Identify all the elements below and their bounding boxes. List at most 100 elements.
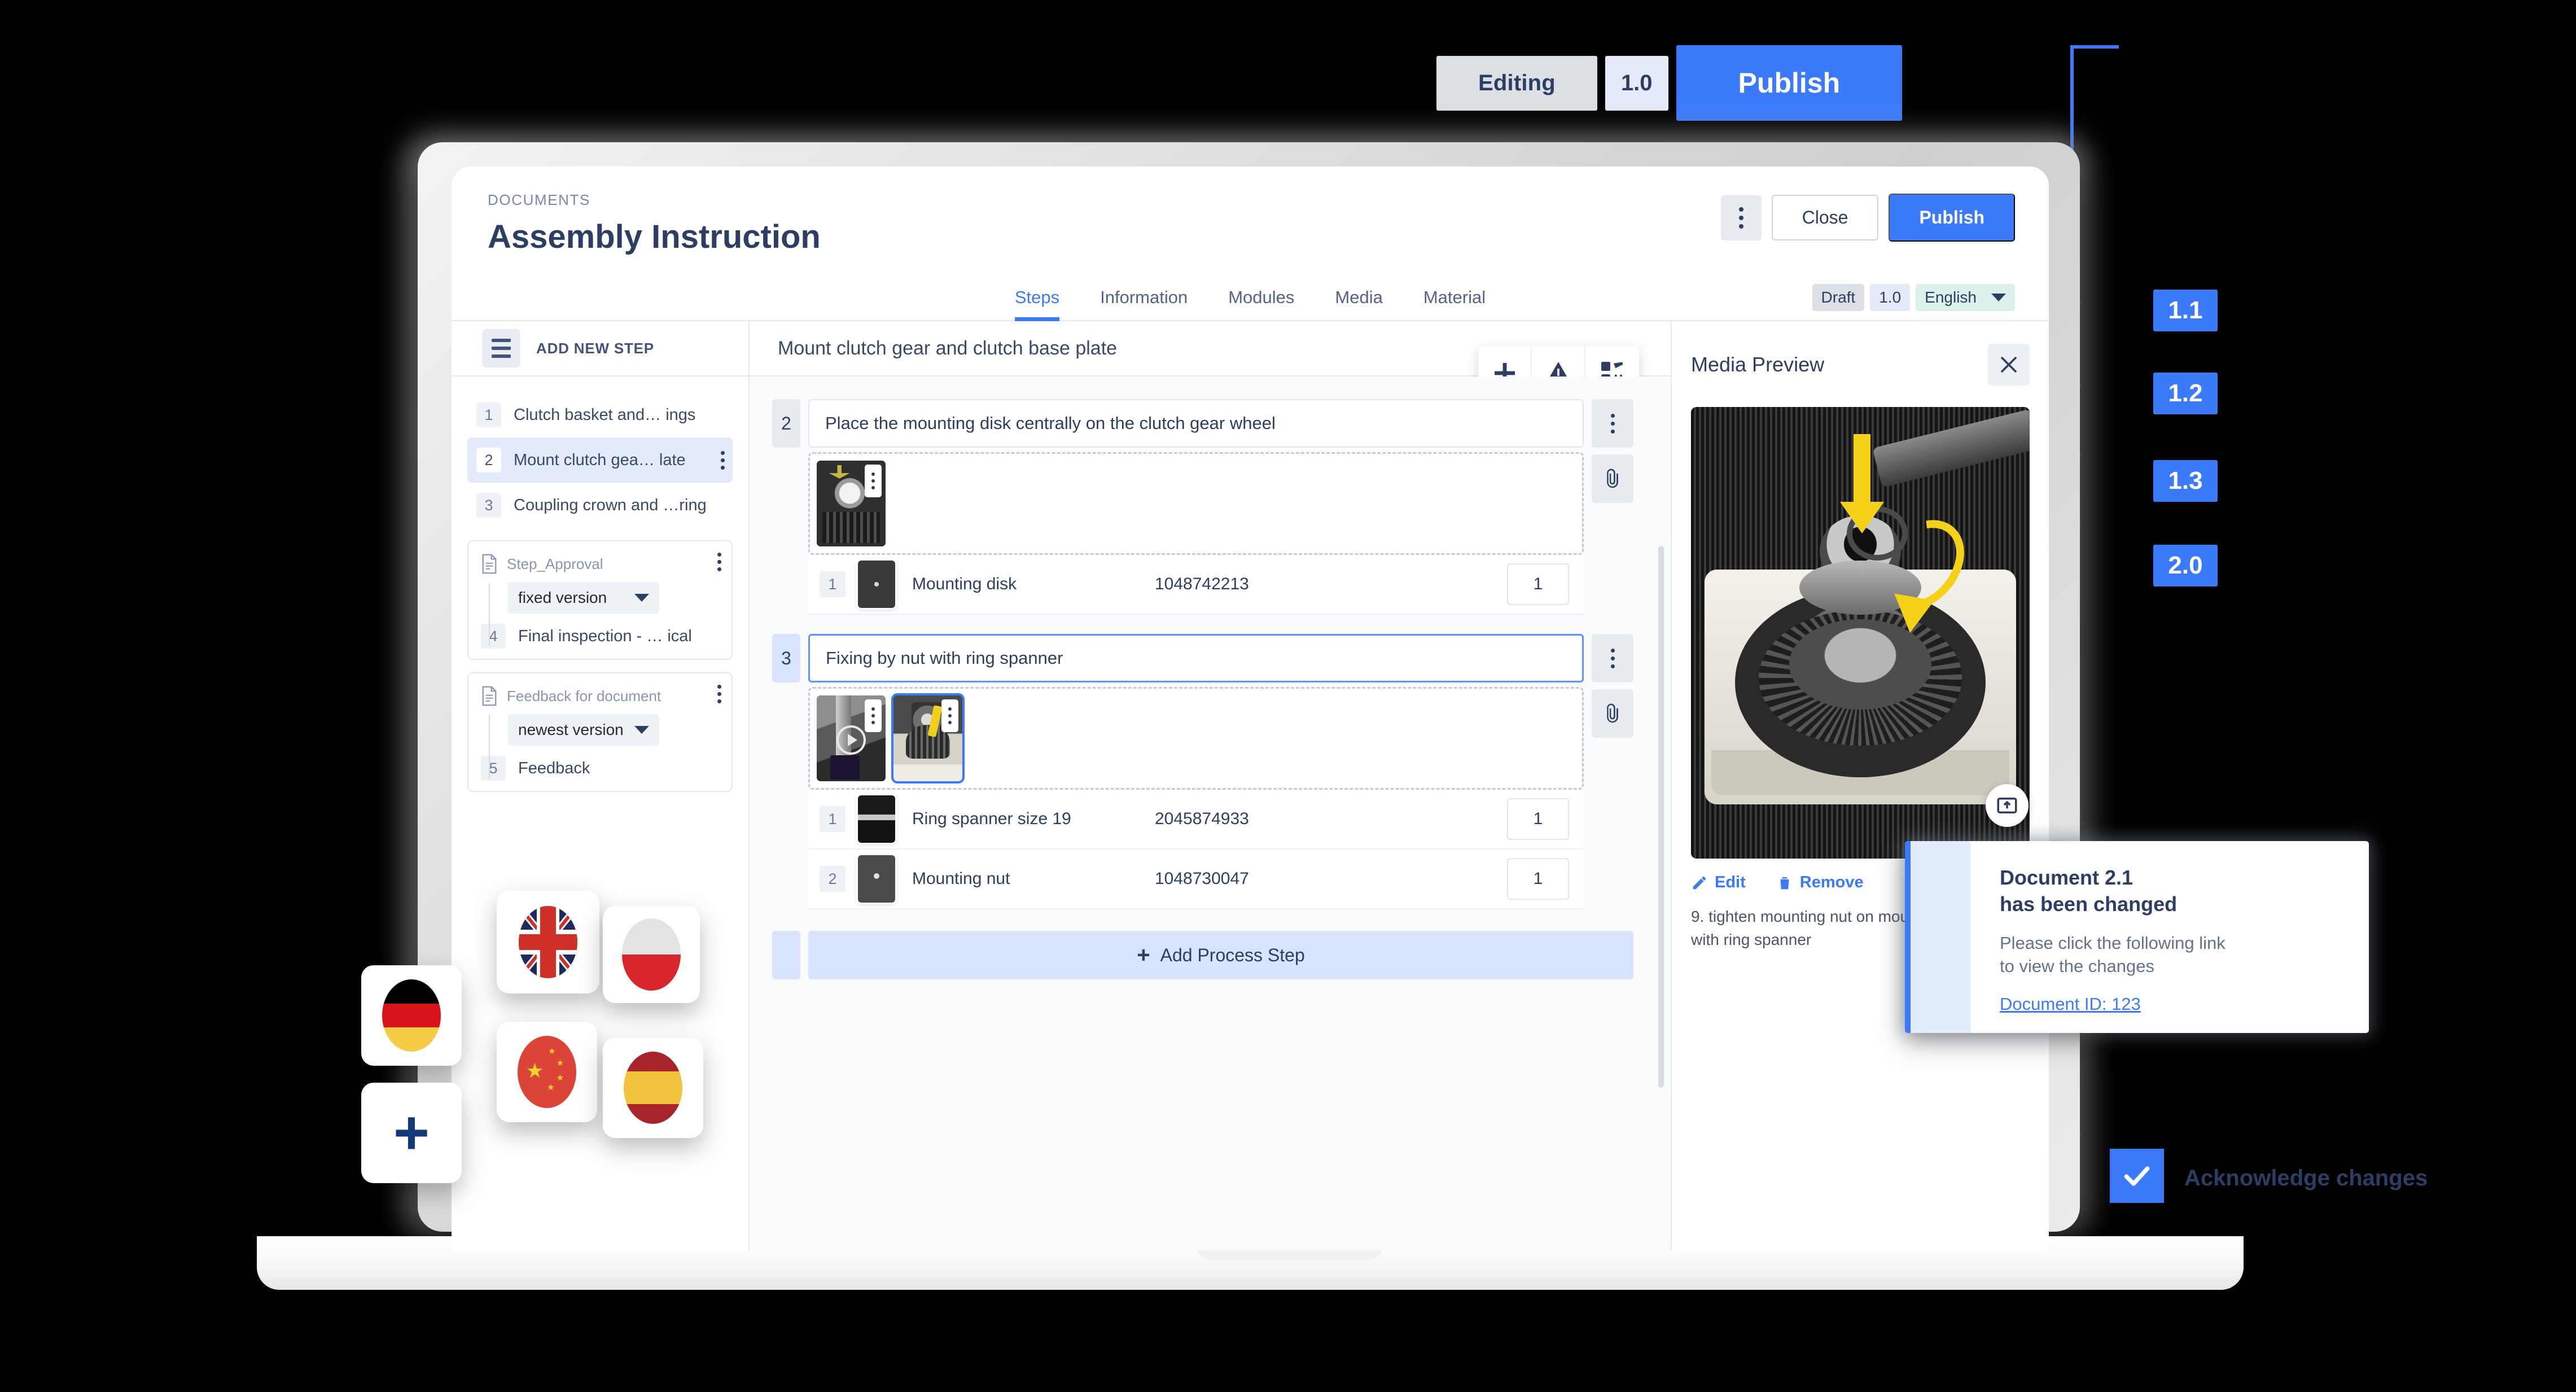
- card-connector-line: [489, 583, 490, 646]
- add-process-step-button[interactable]: + Add Process Step: [808, 931, 1633, 979]
- tab-media[interactable]: Media: [1335, 287, 1382, 320]
- language-card-china[interactable]: ★ ★ ★ ★ ★: [497, 1022, 597, 1122]
- material-name: Mounting disk: [912, 575, 1017, 593]
- more-vertical-icon[interactable]: [1592, 399, 1633, 448]
- version-badge-1-1[interactable]: 1.1: [2153, 290, 2218, 331]
- tab-information[interactable]: Information: [1100, 287, 1188, 320]
- sidebar-step-list: 1 Clutch basket and… ings 2 Mount clutch…: [452, 377, 748, 528]
- step-approval-card: Step_Approval fixed version 4 Final insp…: [467, 540, 733, 660]
- add-process-step-label: Add Process Step: [1160, 944, 1305, 965]
- step-number: 3: [476, 493, 501, 518]
- close-preview-button[interactable]: [1988, 344, 2030, 386]
- app-header: DOCUMENTS Assembly Instruction Close Pub…: [452, 167, 2049, 274]
- close-icon: [2001, 357, 2017, 373]
- chevron-down-icon: [1991, 294, 2006, 301]
- tab-steps[interactable]: Steps: [1014, 287, 1060, 321]
- editor-scrollbar[interactable]: [1658, 546, 1664, 1088]
- acknowledge-changes-label: Acknowledge changes: [2184, 1166, 2428, 1190]
- play-icon: [836, 725, 866, 755]
- more-options-button[interactable]: [1720, 195, 1762, 240]
- document-icon: [482, 686, 497, 706]
- approval-version-select[interactable]: fixed version: [508, 582, 659, 614]
- more-vertical-icon[interactable]: [865, 465, 882, 497]
- attach-button[interactable]: [1592, 454, 1633, 503]
- more-vertical-icon[interactable]: [865, 699, 882, 732]
- media-thumbnail[interactable]: [817, 461, 886, 546]
- feedback-version-select[interactable]: newest version: [508, 714, 659, 746]
- more-vertical-icon[interactable]: [1592, 634, 1633, 682]
- more-vertical-icon: [1738, 207, 1743, 212]
- media-preview-image[interactable]: [1691, 407, 2030, 859]
- status-badge: Draft: [1812, 284, 1865, 311]
- more-vertical-icon: [1738, 215, 1743, 220]
- hamburger-icon[interactable]: [482, 329, 520, 367]
- media-thumbnail-video[interactable]: [817, 695, 886, 781]
- process-step-title-input[interactable]: Place the mounting disk centrally on the…: [808, 399, 1584, 448]
- more-vertical-icon[interactable]: [717, 685, 721, 703]
- material-row[interactable]: 2 Mounting nut 1048730047 1: [808, 850, 1584, 909]
- step-number: 5: [481, 756, 506, 781]
- version-badge-1-2[interactable]: 1.2: [2153, 373, 2218, 414]
- acknowledge-changes-checkbox[interactable]: [2110, 1149, 2164, 1203]
- material-number: 2: [820, 866, 845, 892]
- tab-material[interactable]: Material: [1423, 287, 1486, 320]
- process-step-side-actions: [1592, 634, 1633, 738]
- sidebar-step-2[interactable]: 2 Mount clutch gea… late: [467, 437, 733, 483]
- toast-body: Document 2.1 has been changed Please cli…: [1970, 841, 2369, 1033]
- flag-cn-icon: ★ ★ ★ ★ ★: [518, 1036, 576, 1108]
- material-id: 1048730047: [1155, 869, 1249, 888]
- document-id-link[interactable]: Document ID: 123: [2000, 994, 2141, 1014]
- language-card-spain[interactable]: [603, 1038, 703, 1138]
- step-label: Mount clutch gea… late: [514, 450, 686, 469]
- material-quantity-input[interactable]: 1: [1507, 858, 1569, 900]
- add-language-card[interactable]: +: [361, 1083, 462, 1183]
- publish-button[interactable]: Publish: [1889, 194, 2015, 242]
- edit-media-link[interactable]: Edit: [1691, 873, 1746, 892]
- attach-button[interactable]: [1592, 689, 1633, 738]
- toast-heading-line-2: has been changed: [2000, 892, 2178, 916]
- step-label: Coupling crown and …ring: [514, 496, 707, 514]
- version-badge-1-3[interactable]: 1.3: [2153, 460, 2218, 502]
- language-card-german[interactable]: [361, 965, 462, 1066]
- trash-icon: [1780, 877, 1789, 889]
- toast-accent-bar: [1905, 841, 1911, 1033]
- remove-media-link[interactable]: Remove: [1776, 873, 1864, 892]
- more-vertical-icon[interactable]: [721, 450, 725, 470]
- feedback-card: Feedback for document newest version 5 F…: [467, 672, 733, 792]
- close-button[interactable]: Close: [1771, 195, 1879, 240]
- add-process-step-row: + Add Process Step: [750, 931, 1671, 979]
- media-thumbnail-selected[interactable]: [891, 693, 965, 783]
- sidebar-step-1[interactable]: 1 Clutch basket and… ings: [467, 392, 733, 437]
- version-badge-2-0[interactable]: 2.0: [2153, 545, 2218, 586]
- language-select[interactable]: English: [1916, 284, 2015, 311]
- language-card-uk[interactable]: [497, 891, 599, 993]
- language-card-poland[interactable]: [603, 906, 700, 1003]
- media-dropzone[interactable]: [808, 687, 1584, 790]
- add-new-step-label[interactable]: ADD NEW STEP: [536, 340, 654, 357]
- overlay-publish-button[interactable]: Publish: [1676, 45, 1903, 121]
- process-step-number: 3: [772, 634, 800, 682]
- card-header: Feedback for document: [481, 686, 719, 706]
- material-quantity-input[interactable]: 1: [1507, 798, 1569, 840]
- card-step-row[interactable]: 4 Final inspection - … ical: [481, 624, 719, 649]
- card-step-row[interactable]: 5 Feedback: [481, 756, 719, 781]
- process-step-2: 2 Place the mounting disk centrally on t…: [750, 399, 1671, 615]
- toast-text-line-2: to view the changes: [2000, 956, 2155, 977]
- media-preview-title: Media Preview: [1691, 353, 1825, 376]
- sidebar-step-3[interactable]: 3 Coupling crown and …ring: [467, 483, 733, 528]
- step-number: 1: [476, 402, 501, 427]
- chevron-down-icon: [634, 594, 649, 602]
- more-vertical-icon[interactable]: [941, 699, 958, 732]
- overlay-editing-chip: Editing: [1436, 55, 1597, 111]
- tab-modules[interactable]: Modules: [1228, 287, 1294, 320]
- expand-preview-button[interactable]: [1986, 784, 2029, 827]
- material-row[interactable]: 1 Ring spanner size 19 2045874933 1: [808, 790, 1584, 850]
- process-step-title-input[interactable]: Fixing by nut with ring spanner: [808, 634, 1584, 682]
- more-vertical-icon[interactable]: [717, 553, 721, 571]
- media-dropzone[interactable]: [808, 452, 1584, 555]
- material-quantity-input[interactable]: 1: [1507, 563, 1569, 605]
- version-badge: 1.0: [1870, 284, 1911, 311]
- tab-bar: Steps Information Modules Media Material…: [452, 274, 2049, 321]
- material-id: 2045874933: [1155, 809, 1249, 828]
- material-row[interactable]: 1 Mounting disk 1048742213 1: [808, 555, 1584, 615]
